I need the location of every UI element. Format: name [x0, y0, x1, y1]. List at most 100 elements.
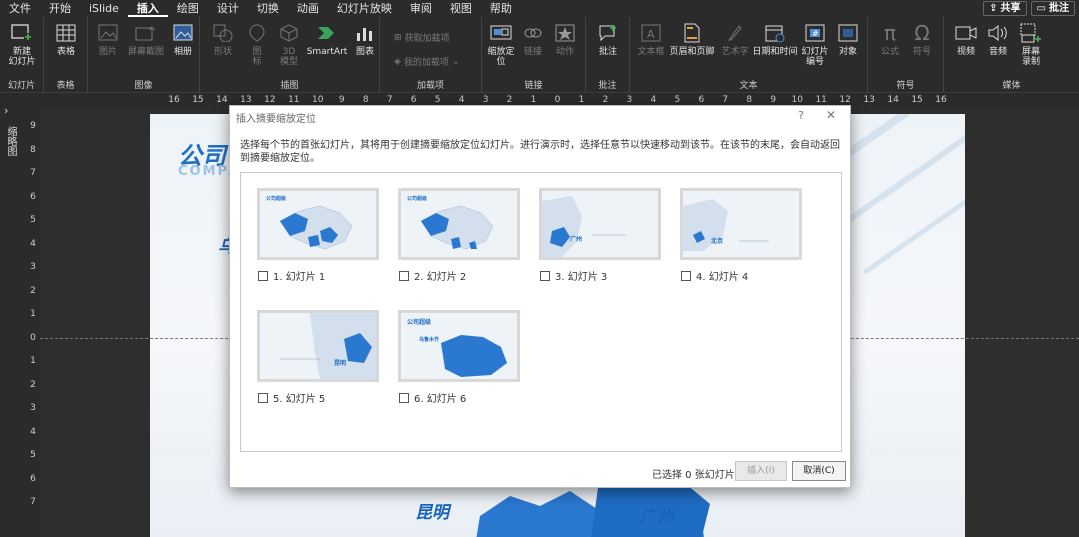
link-button[interactable]: 链接: [520, 21, 546, 57]
symbol-button[interactable]: Ω 符号: [908, 21, 936, 57]
slide-checkbox-1[interactable]: 1. 幻灯片 1: [258, 268, 325, 283]
slide-thumbnail-2[interactable]: 公司超级: [398, 188, 520, 260]
checkbox-box[interactable]: [540, 270, 550, 281]
header-footer-button[interactable]: 页眉和页脚: [668, 21, 716, 57]
ruler-tick: 4: [30, 426, 36, 437]
ruler-tick: 2: [30, 285, 36, 296]
zoom-button[interactable]: 缩放定 位: [486, 21, 516, 67]
group-media: 视频 音频 屏幕 录制 媒体: [944, 17, 1079, 93]
slide-thumbnail-5[interactable]: 昆明: [257, 310, 379, 382]
ruler-tick: 14: [216, 95, 228, 105]
group-label-text: 文本: [739, 81, 758, 91]
ruler-tick: 6: [30, 473, 36, 484]
menu-home[interactable]: 开始: [40, 0, 80, 17]
smartart-label: SmartArt: [306, 47, 348, 57]
group-label-media: 媒体: [1002, 81, 1021, 91]
screen-recording-button[interactable]: 屏幕 录制: [1016, 21, 1046, 67]
3d-models-button[interactable]: 3D 模型: [276, 21, 302, 67]
slide-thumbnail-6[interactable]: 公司超级 乌鲁木齐: [398, 310, 520, 382]
icons-button[interactable]: 图 标: [244, 21, 270, 67]
checkbox-box[interactable]: [258, 392, 268, 403]
slide-checkbox-6[interactable]: 6. 幻灯片 6: [399, 390, 466, 405]
thumbnail-brand: 公司超级: [266, 195, 286, 202]
object-label: 对象: [838, 47, 857, 57]
thumbnail-map: 公司超级 乌鲁木齐: [401, 313, 517, 379]
slide-checkbox-4[interactable]: 4. 幻灯片 4: [681, 268, 748, 283]
close-icon[interactable]: ✕: [826, 108, 836, 122]
chart-button[interactable]: 图表: [352, 21, 378, 57]
link-icon: [521, 21, 545, 45]
album-button[interactable]: 相册: [170, 21, 196, 57]
slide-checkbox-label: 4. 幻灯片 4: [696, 272, 749, 283]
slide-thumbnail-3[interactable]: 广州: [539, 188, 661, 260]
new-slide-button[interactable]: 新建 幻灯片: [4, 21, 40, 67]
slide-checkbox-3[interactable]: 3. 幻灯片 3: [540, 268, 607, 283]
menu-file[interactable]: 文件: [0, 0, 40, 17]
video-button[interactable]: 视频: [952, 21, 980, 57]
thumbnail-city: 乌鲁木齐: [419, 336, 440, 343]
checkbox-box[interactable]: [399, 392, 409, 403]
object-button[interactable]: 对象: [834, 21, 862, 57]
screenshot-icon: [134, 21, 158, 45]
action-button[interactable]: 动作: [552, 21, 578, 57]
expand-chevron-icon[interactable]: ›: [4, 104, 8, 117]
menu-islide[interactable]: iSlide: [80, 0, 128, 17]
date-time-button[interactable]: 日期和时间: [752, 21, 798, 57]
group-illustrations: 形状 图 标 3D 模型 SmartArt 图表 插图: [200, 17, 380, 93]
my-addins-button[interactable]: ◈ 我的加载项 ⌄: [394, 55, 460, 69]
thumbnail-pane-collapsed[interactable]: › 缩略图: [0, 94, 20, 537]
menu-design[interactable]: 设计: [208, 0, 248, 17]
slide-selection-list[interactable]: 公司超级 1. 幻灯片 1 公司超级 2. 幻灯片 2 广州 3. 幻灯片 3 …: [240, 172, 842, 452]
checkbox-box[interactable]: [258, 270, 268, 281]
ruler-tick: 8: [30, 144, 36, 155]
textbox-button[interactable]: A 文本框: [636, 21, 666, 57]
slide-checkbox-5[interactable]: 5. 幻灯片 5: [258, 390, 325, 405]
smartart-button[interactable]: SmartArt: [306, 21, 348, 57]
equation-button[interactable]: π 公式: [876, 21, 904, 57]
group-label-illustrations: 插图: [280, 81, 299, 91]
menu-slideshow[interactable]: 幻灯片放映: [328, 0, 401, 17]
screen-record-icon: [1019, 21, 1043, 45]
cancel-button[interactable]: 取消(C): [792, 461, 846, 481]
comments-button[interactable]: ▭ 批注: [1030, 1, 1075, 16]
menu-draw[interactable]: 绘图: [168, 0, 208, 17]
menu-insert[interactable]: 插入: [127, 0, 168, 17]
ruler-tick: 7: [30, 497, 36, 507]
help-icon[interactable]: ?: [798, 109, 804, 122]
shapes-button[interactable]: 形状: [210, 21, 236, 57]
textbox-label: 文本框: [637, 47, 665, 57]
icons-icon: [245, 21, 269, 45]
checkbox-box[interactable]: [399, 270, 409, 281]
screen-recording-label: 屏幕 录制: [1021, 47, 1040, 67]
ribbon-insert: 新建 幻灯片 幻灯片 表格 表格 图片 屏幕截图 相册 图像 形状 图 标 3D…: [0, 17, 1079, 93]
comment-plus-icon: [596, 21, 620, 45]
thumbnail-pane-label: 缩略图: [5, 126, 16, 156]
menu-animations[interactable]: 动画: [288, 0, 328, 17]
slide-checkbox-2[interactable]: 2. 幻灯片 2: [399, 268, 466, 283]
checkbox-box[interactable]: [681, 270, 691, 281]
ruler-tick: 1: [30, 356, 36, 366]
wordart-button[interactable]: 艺术字: [720, 21, 750, 57]
screenshot-button[interactable]: 屏幕截图: [126, 21, 166, 57]
speaker-icon: [986, 21, 1010, 45]
cube-icon: [277, 21, 301, 45]
picture-button[interactable]: 图片: [94, 21, 122, 57]
table-button[interactable]: 表格: [52, 21, 80, 57]
slide-number-button[interactable]: # 幻灯片 编号: [800, 21, 830, 67]
menu-help[interactable]: 帮助: [481, 0, 521, 17]
audio-button[interactable]: 音频: [984, 21, 1012, 57]
ruler-tick: 5: [30, 450, 36, 460]
slide-thumbnail-4[interactable]: 北京: [680, 188, 802, 260]
date-time-label: 日期和时间: [752, 47, 798, 57]
chevron-down-icon: ⌄: [451, 56, 460, 67]
3d-models-label: 3D 模型: [279, 47, 298, 67]
get-addins-button[interactable]: ⊞ 获取加载项: [394, 31, 450, 45]
menu-view[interactable]: 视图: [441, 0, 481, 17]
share-button[interactable]: ⇪ 共享: [983, 1, 1027, 16]
comment-button[interactable]: 批注: [594, 21, 622, 57]
menu-transitions[interactable]: 切换: [248, 0, 288, 17]
video-label: 视频: [956, 47, 975, 57]
insert-button[interactable]: 插入(I): [735, 461, 787, 481]
menu-review[interactable]: 审阅: [401, 0, 441, 17]
slide-thumbnail-1[interactable]: 公司超级: [257, 188, 379, 260]
